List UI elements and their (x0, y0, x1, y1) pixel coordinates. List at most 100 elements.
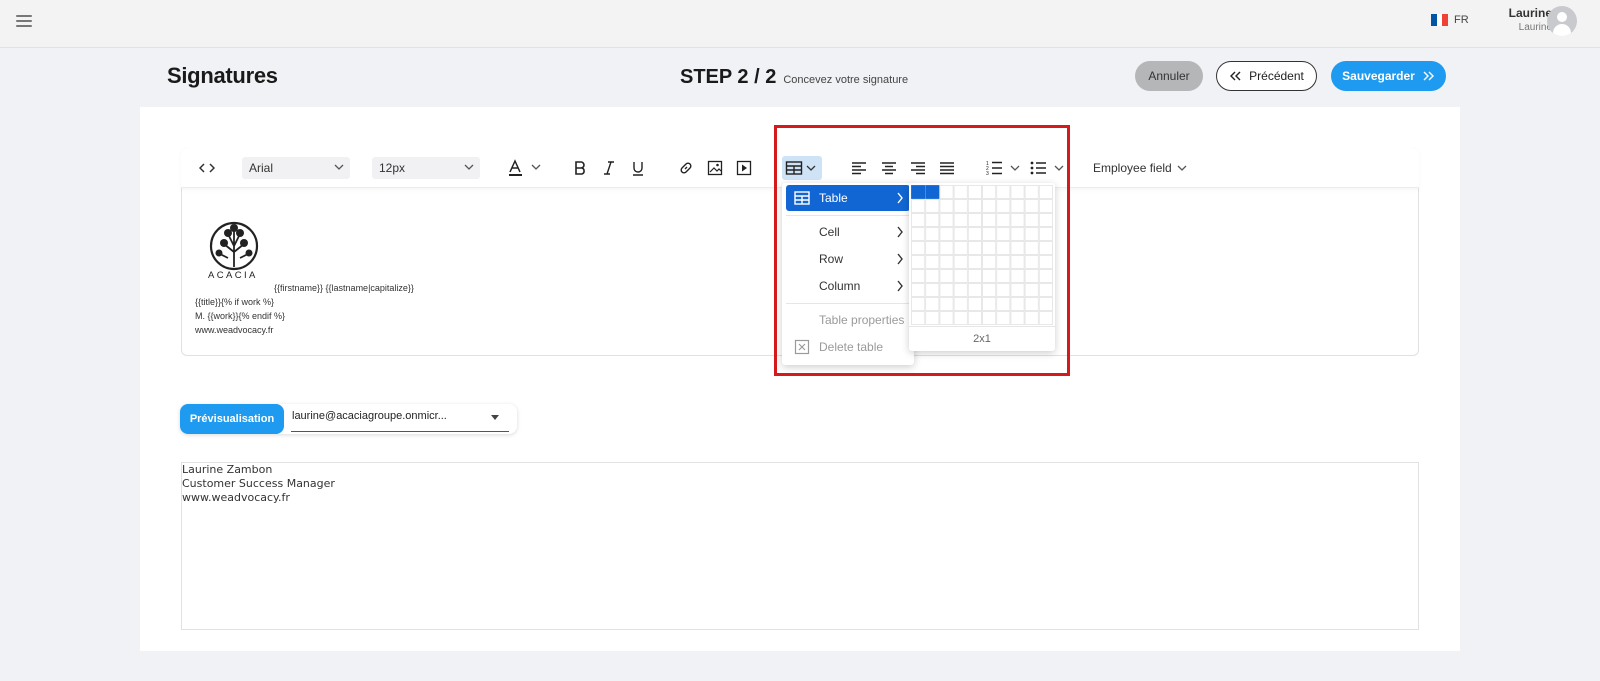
menu-item-delete-table[interactable]: Delete table (786, 334, 910, 360)
grid-cell[interactable] (1010, 311, 1025, 325)
grid-cell[interactable] (1038, 283, 1053, 297)
grid-cell[interactable] (925, 213, 940, 227)
bullet-list-button[interactable] (1030, 156, 1066, 180)
grid-cell[interactable] (1010, 227, 1025, 241)
grid-cell[interactable] (1010, 185, 1025, 199)
grid-cell[interactable] (996, 185, 1011, 199)
grid-cell[interactable] (925, 255, 940, 269)
grid-cell[interactable] (967, 269, 982, 283)
save-button[interactable]: Sauvegarder (1331, 61, 1446, 91)
font-family-select[interactable]: Arial (242, 157, 350, 179)
grid-cell[interactable] (911, 227, 926, 241)
code-view-icon[interactable] (195, 156, 219, 180)
previous-button[interactable]: Précédent (1216, 61, 1317, 91)
align-center-icon[interactable] (878, 156, 900, 180)
grid-cell[interactable] (925, 269, 940, 283)
underline-icon[interactable] (627, 156, 649, 180)
align-right-icon[interactable] (907, 156, 929, 180)
grid-cell[interactable] (911, 283, 926, 297)
grid-cell[interactable] (1038, 199, 1053, 213)
align-justify-icon[interactable] (936, 156, 958, 180)
grid-cell[interactable] (982, 311, 997, 325)
grid-cell[interactable] (1038, 213, 1053, 227)
grid-cell[interactable] (939, 255, 954, 269)
grid-cell[interactable] (1010, 199, 1025, 213)
grid-cell[interactable] (925, 199, 940, 213)
grid-cell[interactable] (1010, 255, 1025, 269)
grid-cell[interactable] (939, 213, 954, 227)
grid-cell[interactable] (911, 199, 926, 213)
grid-cell[interactable] (939, 199, 954, 213)
grid-cell[interactable] (939, 269, 954, 283)
grid-cell[interactable] (1010, 269, 1025, 283)
grid-cell[interactable] (996, 241, 1011, 255)
grid-cell[interactable] (967, 199, 982, 213)
user-info[interactable]: Laurine Laurine (1492, 6, 1552, 33)
grid-cell[interactable] (953, 185, 968, 199)
grid-cell[interactable] (982, 255, 997, 269)
grid-cell[interactable] (1038, 227, 1053, 241)
grid-cell[interactable] (967, 185, 982, 199)
grid-cell[interactable] (996, 255, 1011, 269)
grid-cell[interactable] (953, 241, 968, 255)
grid-cell[interactable] (911, 269, 926, 283)
font-size-select[interactable]: 12px (372, 157, 480, 179)
grid-cell[interactable] (1024, 227, 1039, 241)
media-icon[interactable] (733, 156, 755, 180)
preview-user-select[interactable]: laurine@acaciagroupe.onmicr... (291, 410, 509, 432)
grid-cell[interactable] (953, 269, 968, 283)
grid-cell[interactable] (982, 185, 997, 199)
grid-cell[interactable] (911, 213, 926, 227)
grid-cell[interactable] (996, 297, 1011, 311)
grid-cell[interactable] (1038, 269, 1053, 283)
grid-cell[interactable] (1010, 283, 1025, 297)
grid-cell[interactable] (1024, 297, 1039, 311)
grid-cell[interactable] (953, 255, 968, 269)
grid-cell[interactable] (982, 213, 997, 227)
table-size-grid[interactable] (911, 185, 1053, 325)
language-selector[interactable]: FR (1431, 14, 1469, 26)
italic-icon[interactable] (598, 156, 620, 180)
grid-cell[interactable] (982, 297, 997, 311)
grid-cell[interactable] (1038, 241, 1053, 255)
image-icon[interactable] (704, 156, 726, 180)
cancel-button[interactable]: Annuler (1135, 61, 1203, 91)
grid-cell[interactable] (925, 311, 940, 325)
grid-cell[interactable] (996, 199, 1011, 213)
grid-cell[interactable] (939, 297, 954, 311)
text-color-button[interactable] (505, 156, 545, 180)
grid-cell[interactable] (953, 283, 968, 297)
grid-cell[interactable] (953, 297, 968, 311)
grid-cell[interactable] (1038, 311, 1053, 325)
grid-cell[interactable] (925, 241, 940, 255)
grid-cell[interactable] (925, 283, 940, 297)
menu-item-table-properties[interactable]: Table properties (786, 307, 910, 333)
grid-cell[interactable] (1024, 241, 1039, 255)
grid-cell[interactable] (925, 227, 940, 241)
menu-item-row[interactable]: Row (786, 246, 910, 272)
grid-cell-selected[interactable] (925, 185, 940, 199)
grid-cell[interactable] (996, 283, 1011, 297)
preview-button[interactable]: Prévisualisation (180, 404, 284, 434)
grid-cell[interactable] (953, 227, 968, 241)
grid-cell[interactable] (1024, 269, 1039, 283)
avatar[interactable] (1547, 6, 1577, 36)
signature-line-title[interactable]: {{title}}{% if work %} (195, 297, 274, 307)
grid-cell[interactable] (1024, 255, 1039, 269)
grid-cell[interactable] (967, 227, 982, 241)
grid-cell[interactable] (1010, 241, 1025, 255)
bold-icon[interactable] (569, 156, 591, 180)
hamburger-icon[interactable] (16, 15, 32, 27)
menu-item-cell[interactable]: Cell (786, 219, 910, 245)
grid-cell[interactable] (939, 311, 954, 325)
grid-cell[interactable] (996, 269, 1011, 283)
grid-cell[interactable] (996, 227, 1011, 241)
grid-cell[interactable] (1024, 311, 1039, 325)
grid-cell[interactable] (1038, 297, 1053, 311)
grid-cell[interactable] (939, 185, 954, 199)
grid-cell[interactable] (953, 311, 968, 325)
grid-cell[interactable] (939, 283, 954, 297)
grid-cell[interactable] (939, 241, 954, 255)
grid-cell[interactable] (953, 199, 968, 213)
grid-cell[interactable] (911, 311, 926, 325)
